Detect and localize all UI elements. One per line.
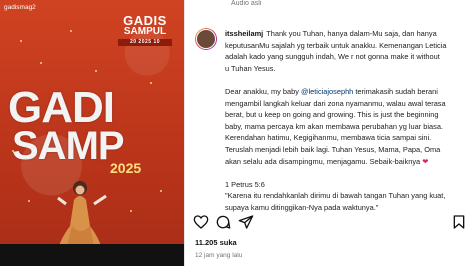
- likes-count[interactable]: 11.205 suka: [195, 238, 237, 247]
- avatar[interactable]: [195, 28, 217, 50]
- caption-line: mengambil langkah keluar dari zona nyama…: [225, 98, 446, 108]
- bookmark-icon[interactable]: [451, 214, 467, 230]
- gadis-sampul-logo: GADIS SAMPUL 20 2025 10: [118, 14, 172, 46]
- stage-screen-year: 2025: [110, 160, 142, 176]
- verse-line: supaya kamu ditinggikan-Nya pada waktuny…: [225, 202, 379, 212]
- stage-floor: [0, 244, 184, 266]
- media-watermark: gadismag2: [4, 4, 36, 11]
- caption-gap: [225, 167, 469, 179]
- caption-line: Kerendahan hatimu, Kegigihanmu, membawa …: [225, 133, 432, 143]
- caption-line: baby, mama percaya km akan membawa perub…: [225, 121, 444, 131]
- caption-line: adalah kado yang sungguh indah, We r not…: [225, 52, 440, 62]
- heart-icon[interactable]: [193, 214, 209, 230]
- caption-line: keputusanMu sajalah yg terbaik untuk ana…: [225, 40, 447, 50]
- verse-line: "Karena itu rendahkanlah dirimu di bawah…: [225, 191, 446, 201]
- stage-screen-title: GADI SAMP: [8, 83, 125, 168]
- post-caption: itssheilamj Thank you Tuhan, hanya dalam-…: [225, 28, 469, 214]
- comment-icon[interactable]: [215, 214, 231, 230]
- mention-link[interactable]: @leticiajosephh: [301, 87, 353, 96]
- caption-line: terimakasih sudah berani: [353, 86, 438, 96]
- post-timestamp[interactable]: 12 jam yang lalu: [195, 252, 242, 259]
- caption-gap: [225, 74, 469, 86]
- caption-line: akan selalu ada disampingmu, menjagamu. …: [225, 156, 421, 166]
- username-link[interactable]: itssheilamj: [225, 29, 263, 38]
- action-bar: [193, 214, 469, 232]
- post-media[interactable]: gadismag2 GADIS SAMPUL 20 2025 10 GADI S…: [0, 0, 184, 266]
- caption-line: Thank you Tuhan, hanya dalam-Mu saja, da…: [266, 29, 437, 38]
- audio-label[interactable]: Audio asli: [231, 0, 261, 7]
- caption-line: Teruslah menjadi lebih baik lagi. Tuhan …: [225, 144, 441, 154]
- share-icon[interactable]: [238, 214, 254, 230]
- heart-emoji-icon: ❤: [422, 156, 429, 166]
- avatar-image: [196, 29, 216, 49]
- caption-line: berat, but u keep on going and growing. …: [225, 110, 439, 120]
- caption-line: Dear anakku, my baby: [225, 86, 301, 96]
- caption-line: u Tuhan Yesus.: [225, 63, 276, 73]
- verse-reference: 1 Petrus 5:6: [225, 179, 265, 189]
- post-panel: Audio asli itssheilamj Thank you Tuhan, h…: [185, 0, 474, 266]
